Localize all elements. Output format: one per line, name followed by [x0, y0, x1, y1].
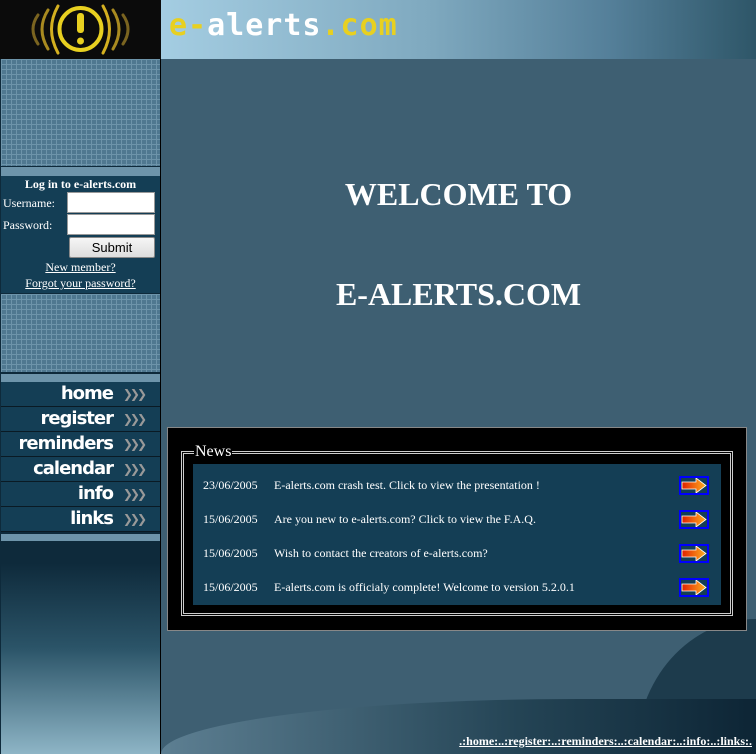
title-part: .com [321, 8, 398, 43]
news-text[interactable]: Are you new to e-alerts.com? Click to vi… [274, 512, 536, 527]
title-part: e- [169, 8, 208, 43]
news-date: 15/06/2005 [203, 512, 258, 526]
nav-label: register [40, 408, 114, 429]
arrow-right-icon [681, 546, 707, 561]
nav-label: reminders [18, 433, 114, 454]
left-sidebar: Log in to e-alerts.com Username: Passwor… [0, 59, 161, 754]
main-content: WELCOME TO E-ALERTS.COM [161, 59, 756, 754]
news-arrow-button[interactable] [679, 510, 709, 529]
nav-label: links [70, 508, 114, 529]
chevrons-icon: ❯❯❯ [122, 412, 147, 426]
logo [0, 0, 161, 59]
nav-label: home [60, 383, 114, 404]
divider [1, 534, 160, 541]
login-form: Log in to e-alerts.com Username: Passwor… [1, 176, 160, 293]
site-title: e-alerts.com [169, 8, 398, 43]
chevrons-icon: ❯❯❯ [122, 462, 147, 476]
news-arrow-button[interactable] [679, 544, 709, 563]
nav-home[interactable]: home ❯❯❯ [1, 382, 160, 407]
news-date: 15/06/2005 [203, 580, 258, 594]
nav-links[interactable]: links ❯❯❯ [1, 507, 160, 532]
username-label: Username: [3, 196, 55, 210]
news-item: 15/06/2005 Are you new to e-alerts.com? C… [193, 510, 721, 530]
chevrons-icon: ❯❯❯ [122, 487, 147, 501]
chevrons-icon: ❯❯❯ [122, 512, 147, 526]
username-input[interactable] [67, 192, 155, 213]
forgot-password-link[interactable]: Forgot your password? [1, 276, 160, 291]
news-arrow-button[interactable] [679, 476, 709, 495]
news-list: 23/06/2005 E-alerts.com crash test. Click… [193, 464, 721, 605]
chevrons-icon: ❯❯❯ [122, 387, 147, 401]
chevrons-icon: ❯❯❯ [122, 437, 147, 451]
decorative-grid [1, 59, 160, 166]
login-title: Log in to e-alerts.com [24, 177, 137, 191]
nav-label: info [77, 483, 114, 504]
welcome-heading: E-ALERTS.COM [335, 276, 582, 312]
news-item: 23/06/2005 E-alerts.com crash test. Click… [193, 476, 721, 496]
footer-links[interactable]: .:home:..:register:..:reminders:..:calen… [459, 734, 752, 749]
news-text[interactable]: E-alerts.com crash test. Click to view t… [274, 478, 540, 493]
divider [1, 374, 160, 382]
password-input[interactable] [67, 214, 155, 235]
news-date: 23/06/2005 [203, 478, 258, 492]
decorative-gradient [1, 542, 160, 754]
news-arrow-button[interactable] [679, 578, 709, 597]
title-part: alerts [207, 8, 322, 43]
sidebar-nav: home ❯❯❯ register ❯❯❯ reminders ❯❯❯ calenda… [1, 382, 160, 532]
arrow-right-icon [681, 580, 707, 595]
decorative-grid [1, 294, 160, 372]
news-item: 15/06/2005 E-alerts.com is officialy comp… [193, 578, 721, 598]
news-panel: News 23/06/2005 E-alerts.com crash test. … [167, 427, 747, 631]
divider [1, 167, 160, 176]
news-legend: News [195, 443, 232, 460]
welcome-heading: WELCOME TO [344, 176, 573, 212]
nav-register[interactable]: register ❯❯❯ [1, 407, 160, 432]
news-text[interactable]: E-alerts.com is officialy complete! Welc… [274, 580, 575, 595]
nav-info[interactable]: info ❯❯❯ [1, 482, 160, 507]
warning-exclamation-icon [31, 4, 130, 55]
nav-label: calendar [33, 458, 114, 479]
new-member-link[interactable]: New member? [1, 260, 160, 275]
site-banner: e-alerts.com [161, 0, 756, 59]
news-date: 15/06/2005 [203, 546, 258, 560]
nav-calendar[interactable]: calendar ❯❯❯ [1, 457, 160, 482]
submit-button[interactable]: Submit [69, 237, 155, 258]
news-text[interactable]: Wish to contact the creators of e-alerts… [274, 546, 488, 561]
arrow-right-icon [681, 512, 707, 527]
arrow-right-icon [681, 478, 707, 493]
nav-reminders[interactable]: reminders ❯❯❯ [1, 432, 160, 457]
news-item: 15/06/2005 Wish to contact the creators o… [193, 544, 721, 564]
password-label: Password: [3, 218, 53, 232]
